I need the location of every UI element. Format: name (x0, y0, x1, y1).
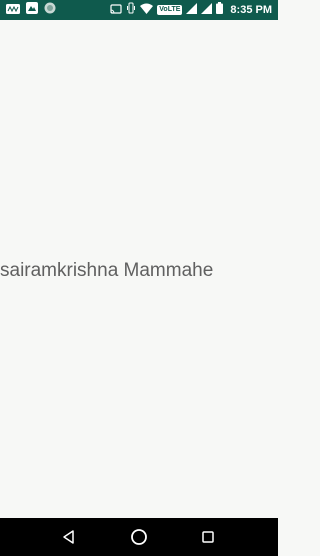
app-content: sairamkrishna Mammahe (0, 20, 278, 518)
status-bar: VoLTE 8:35 PM (0, 0, 278, 20)
cast-icon (110, 1, 122, 19)
volte-icon: VoLTE (157, 5, 183, 15)
recents-icon[interactable] (198, 527, 218, 547)
battery-icon (216, 1, 224, 19)
wifi-icon (140, 1, 154, 19)
status-left-icons (6, 1, 56, 19)
home-icon[interactable] (129, 527, 149, 547)
signal-icon (186, 1, 198, 19)
status-time: 8:35 PM (230, 4, 272, 16)
back-icon[interactable] (59, 527, 79, 547)
signal-icon (201, 1, 213, 19)
navigation-bar (0, 518, 278, 556)
status-right-icons: VoLTE 8:35 PM (110, 2, 272, 18)
carrier-logo-icon (6, 1, 20, 19)
circle-app-icon (44, 1, 56, 19)
vibrate-icon (126, 1, 136, 19)
notification-app-icon (26, 1, 38, 19)
main-text: sairamkrishna Mammahe (0, 260, 214, 281)
